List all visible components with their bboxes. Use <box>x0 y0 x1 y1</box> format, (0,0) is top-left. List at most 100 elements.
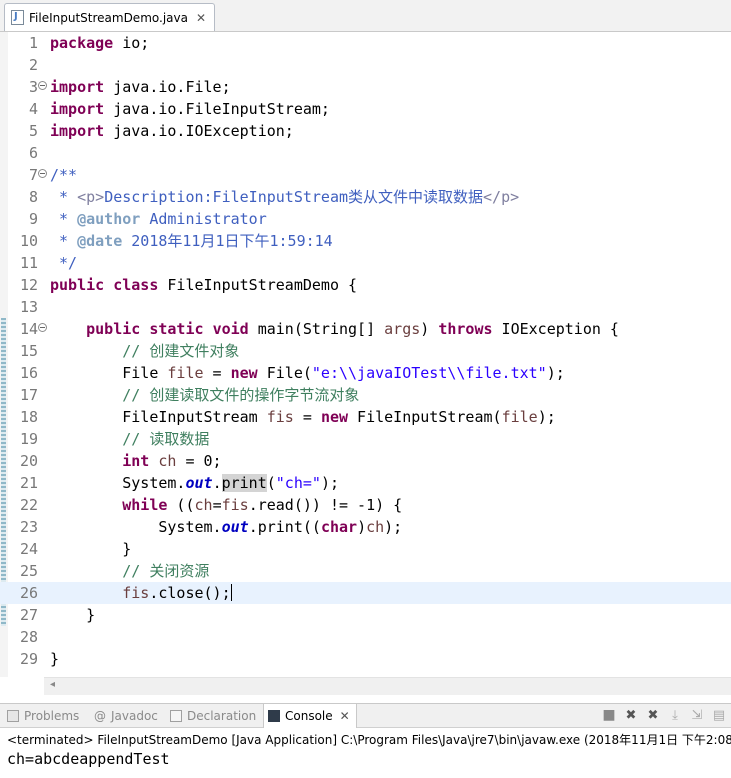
code-string: "ch=" <box>275 474 321 492</box>
code-line[interactable]: 6 <box>0 142 731 164</box>
code-token: 2018年11月1日下午1:59:14 <box>122 232 333 250</box>
code-line[interactable]: 27 } <box>0 604 731 626</box>
code-line[interactable]: 28 <box>0 626 731 648</box>
code-line[interactable]: 19 // 读取数据 <box>0 428 731 450</box>
code-token: ) <box>420 320 439 338</box>
code-token: = <box>203 364 231 382</box>
code-line[interactable]: 10 * @date 2018年11月1日下午1:59:14 <box>0 230 731 252</box>
code-line-current[interactable]: 26 fis.close(); <box>0 582 731 604</box>
code-line[interactable]: 1 package io; <box>0 32 731 54</box>
code-line[interactable]: 5 import java.io.IOException; <box>0 120 731 142</box>
code-comment: // 关闭资源 <box>122 562 210 580</box>
fold-collapse-icon[interactable] <box>38 169 47 178</box>
scroll-left-arrow-icon[interactable]: ◂ <box>50 679 55 690</box>
code-line[interactable]: 14 public static void main(String[] args… <box>0 318 731 340</box>
tab-javadoc[interactable]: @ Javadoc <box>94 704 158 728</box>
code-line[interactable]: 22 while ((ch=fis.read()) != -1) { <box>0 494 731 516</box>
code-line[interactable]: 16 File file = new File("e:\\javaIOTest\… <box>0 362 731 384</box>
code-token: = <box>212 496 222 514</box>
editor-tab-filestreamdemo[interactable]: FileInputStreamDemo.java ✕ <box>4 3 216 31</box>
editor-tab-bar: FileInputStreamDemo.java ✕ <box>0 0 731 32</box>
terminate-icon[interactable]: ■ <box>601 707 617 723</box>
code-line[interactable]: 17 // 创建读取文件的操作字节流对象 <box>0 384 731 406</box>
java-file-icon <box>11 10 24 25</box>
code-line[interactable]: 20 int ch = 0; <box>0 450 731 472</box>
code-token: } <box>86 606 96 624</box>
line-number: 20 <box>19 452 38 470</box>
code-token: </p> <box>483 188 520 206</box>
close-icon[interactable]: ✕ <box>196 11 206 25</box>
line-number: 1 <box>28 34 38 52</box>
fold-collapse-icon[interactable] <box>38 81 47 90</box>
display-console-icon[interactable]: ▤ <box>711 707 727 723</box>
code-line[interactable]: 25 // 关闭资源 <box>0 560 731 582</box>
text-caret <box>230 584 232 601</box>
code-token: public <box>86 320 141 338</box>
scroll-lock-icon[interactable]: ⤓ <box>667 707 683 723</box>
code-line[interactable]: 4 import java.io.FileInputStream; <box>0 98 731 120</box>
code-line[interactable]: 21 System.out.print("ch="); <box>0 472 731 494</box>
remove-all-icon[interactable]: ✖ <box>645 707 661 723</box>
code-token: fis <box>221 496 249 514</box>
code-line[interactable]: 13 <box>0 296 731 318</box>
tab-declaration[interactable]: Declaration <box>170 704 256 728</box>
code-line[interactable]: 8 * <p>Description:FileInputStream类从文件中读… <box>0 186 731 208</box>
code-token: @date <box>77 232 123 250</box>
tab-label: Console <box>285 709 333 723</box>
code-string: "e:\\javaIOTest\\file.txt" <box>311 364 547 382</box>
code-token: import <box>50 78 105 96</box>
code-token: Description:FileInputStream类从文件中读取数据 <box>104 188 484 206</box>
console-output[interactable]: ch=abcdeappendTest <box>7 750 170 768</box>
tab-console[interactable]: Console ✕ <box>263 704 357 728</box>
code-token: } <box>122 540 132 558</box>
line-number: 22 <box>19 496 38 514</box>
code-token: FileInputStreamDemo { <box>158 276 358 294</box>
code-line[interactable]: 18 FileInputStream fis = new FileInputSt… <box>0 406 731 428</box>
code-token: void <box>212 320 249 338</box>
close-icon[interactable]: ✕ <box>340 709 350 723</box>
code-line[interactable]: 29 } <box>0 648 731 670</box>
console-icon <box>268 710 280 722</box>
code-line[interactable]: 12 public class FileInputStreamDemo { <box>0 274 731 296</box>
remove-launch-icon[interactable]: ✖ <box>623 707 639 723</box>
code-token: file <box>167 364 204 382</box>
line-number: 11 <box>19 254 38 272</box>
line-number: 8 <box>28 188 38 206</box>
code-token: System. <box>122 474 186 492</box>
code-token: = 0; <box>176 452 222 470</box>
code-token: ch <box>158 452 177 470</box>
code-token: java.io.File; <box>104 78 231 96</box>
code-line[interactable]: 11 */ <box>0 252 731 274</box>
code-token: while <box>122 496 168 514</box>
code-editor[interactable]: 1 package io; 2 3 import java.io.File; 4… <box>0 32 731 677</box>
pin-console-icon[interactable]: ⇲ <box>689 707 705 723</box>
line-number: 5 <box>28 122 38 140</box>
editor-tab-title: FileInputStreamDemo.java <box>29 10 188 25</box>
code-line[interactable]: 2 <box>0 54 731 76</box>
code-token: java.io.FileInputStream; <box>104 100 330 118</box>
fold-collapse-icon[interactable] <box>38 323 47 332</box>
code-token: File <box>122 364 168 382</box>
code-line[interactable]: 3 import java.io.File; <box>0 76 731 98</box>
code-token: @author <box>77 210 141 228</box>
tab-problems[interactable]: Problems <box>7 704 79 728</box>
horizontal-scrollbar[interactable]: ◂ <box>44 677 731 695</box>
code-line[interactable]: 15 // 创建文件对象 <box>0 340 731 362</box>
code-token: int <box>122 452 150 470</box>
tab-label: Javadoc <box>111 709 158 723</box>
code-token: * <box>50 210 78 228</box>
code-line[interactable]: 24 } <box>0 538 731 560</box>
code-token: System. <box>158 518 222 536</box>
code-token: /** <box>50 166 78 184</box>
code-line[interactable]: 7 /** <box>0 164 731 186</box>
line-number: 12 <box>19 276 38 294</box>
code-line[interactable]: 23 System.out.print((char)ch); <box>0 516 731 538</box>
code-line[interactable]: 9 * @author Administrator <box>0 208 731 230</box>
